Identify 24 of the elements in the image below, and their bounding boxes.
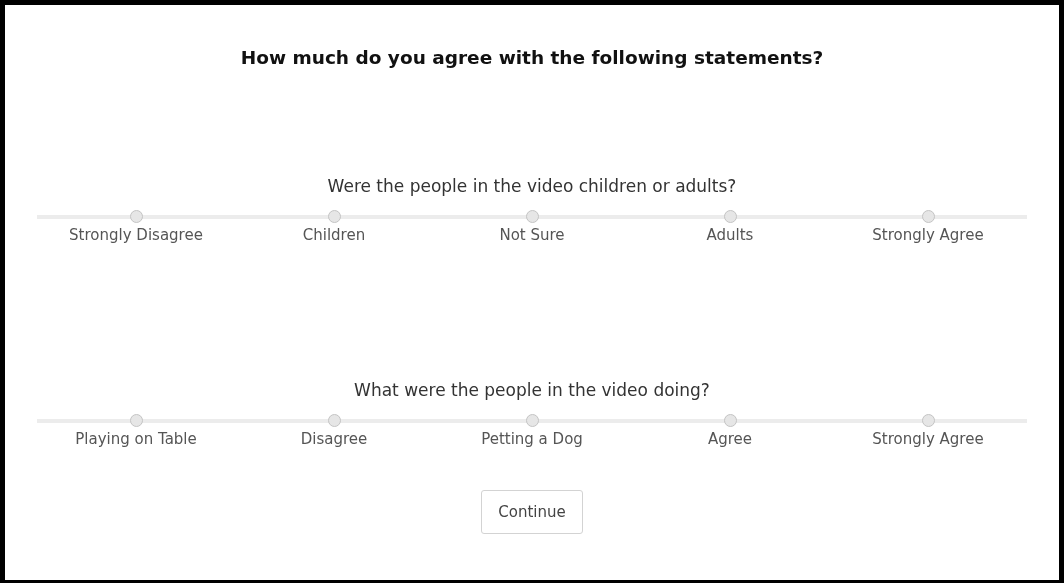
option-label[interactable]: Not Sure xyxy=(499,226,565,244)
option-label[interactable]: Children xyxy=(302,226,366,244)
radio-button[interactable] xyxy=(327,414,341,427)
radio-button[interactable] xyxy=(129,414,143,427)
radio-button[interactable] xyxy=(921,414,935,427)
radio-button[interactable] xyxy=(525,414,539,427)
option-label[interactable]: Strongly Agree xyxy=(872,226,984,244)
option-label[interactable]: Disagree xyxy=(300,430,368,448)
radio-button[interactable] xyxy=(525,210,539,223)
radio-button[interactable] xyxy=(327,210,341,223)
continue-button[interactable]: Continue xyxy=(481,490,583,534)
option-label[interactable]: Agree xyxy=(707,430,753,448)
option-label[interactable]: Strongly Agree xyxy=(872,430,984,448)
option-label[interactable]: Strongly Disagree xyxy=(69,226,203,244)
option-label[interactable]: Petting a Dog xyxy=(481,430,583,448)
radio-button[interactable] xyxy=(129,210,143,223)
radio-button[interactable] xyxy=(723,210,737,223)
option-label[interactable]: Adults xyxy=(706,226,754,244)
radio-button[interactable] xyxy=(921,210,935,223)
question-text: What were the people in the video doing? xyxy=(353,380,711,402)
option-label[interactable]: Playing on Table xyxy=(75,430,197,448)
question-text: Were the people in the video children or adults? xyxy=(326,176,738,198)
survey-title: How much do you agree with the following statements? xyxy=(5,5,1059,125)
radio-button[interactable] xyxy=(723,414,737,427)
